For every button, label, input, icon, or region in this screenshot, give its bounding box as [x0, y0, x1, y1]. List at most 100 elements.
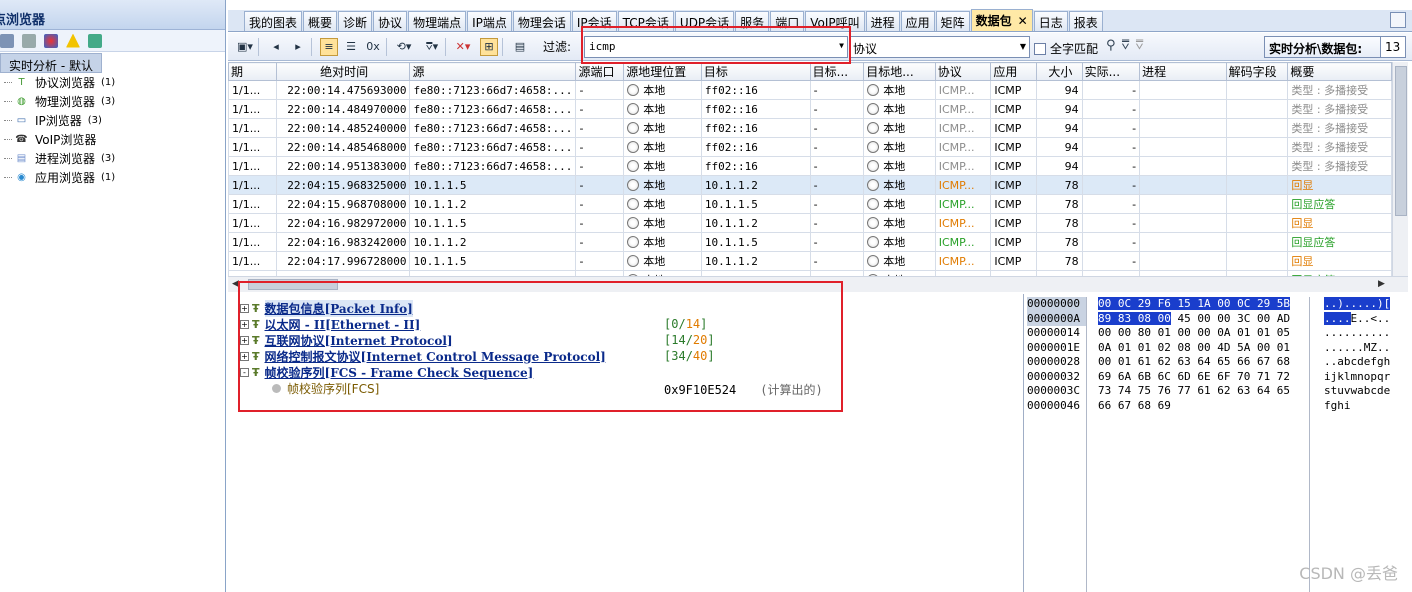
- hex-line[interactable]: 00 00 80 01 00 00 0A 01 01 05: [1098, 326, 1309, 341]
- column-header[interactable]: 解码字段: [1225, 62, 1289, 81]
- column-header[interactable]: 源地理位置: [623, 62, 702, 81]
- color-rule-icon[interactable]: ✕▾: [454, 38, 472, 56]
- column-header[interactable]: 协议: [934, 62, 992, 81]
- tree-item[interactable]: ▤ 进程浏览器 (3): [0, 149, 225, 168]
- column-header[interactable]: 概要: [1287, 62, 1392, 81]
- tree-item[interactable]: ☎ VoIP浏览器: [0, 130, 225, 149]
- column-header[interactable]: 大小: [1036, 62, 1083, 81]
- table-row[interactable]: 1/1... 22:04:15.968708000 10.1.1.2 - 本地 …: [228, 194, 1392, 214]
- back-arrow-icon[interactable]: ◂: [267, 38, 285, 56]
- close-icon[interactable]: ✕: [1018, 14, 1028, 28]
- table-row[interactable]: 1/1... 22:04:15.968325000 10.1.1.5 - 本地 …: [228, 175, 1392, 195]
- column-header[interactable]: 源: [409, 62, 577, 81]
- tree-item[interactable]: T 协议浏览器 (1): [0, 73, 225, 92]
- save-icon[interactable]: ▣▾: [236, 38, 254, 56]
- ascii-line[interactable]: fghi: [1324, 399, 1412, 414]
- cell-dst-geo: 本地: [863, 194, 936, 214]
- ascii-line[interactable]: stuvwabcde: [1324, 384, 1412, 399]
- window-options-icon[interactable]: [1390, 12, 1406, 28]
- ascii-line[interactable]: ......MZ..: [1324, 341, 1412, 356]
- cell-actual: -: [1081, 137, 1141, 157]
- tab-1[interactable]: 概要: [303, 11, 338, 31]
- cell-time: 22:00:14.484970000: [275, 99, 411, 119]
- decode-icon[interactable]: ▤: [511, 38, 529, 56]
- hex-line[interactable]: 69 6A 6B 6C 6D 6E 6F 70 71 72: [1098, 370, 1309, 385]
- cell-summary: 类型 : 多播接受: [1287, 137, 1392, 157]
- detail-view-icon[interactable]: ☰: [342, 38, 360, 56]
- protocol-select[interactable]: 协议 ▼: [850, 36, 1030, 58]
- tab-label: 我的图表: [249, 16, 298, 30]
- tree-root[interactable]: 实时分析 - 默认: [0, 53, 102, 73]
- export-icon[interactable]: [88, 33, 102, 48]
- column-header[interactable]: 源端口: [575, 62, 625, 81]
- hex-line[interactable]: 89 83 08 00 45 00 00 3C 00 AD: [1098, 311, 1309, 327]
- tree-item[interactable]: ▭ IP浏览器 (3): [0, 111, 225, 130]
- tab-17[interactable]: 日志: [1033, 11, 1068, 31]
- palette-icon[interactable]: [44, 33, 58, 48]
- hex-line[interactable]: 66 67 68 69: [1098, 399, 1309, 414]
- table-row[interactable]: 1/1... 22:00:14.484970000 fe80::7123:66d…: [228, 99, 1392, 119]
- scroll-thumb[interactable]: [1395, 66, 1407, 216]
- tree-layout-icon[interactable]: ⊞: [480, 37, 498, 56]
- search-icon[interactable]: ⚲: [1106, 38, 1116, 53]
- full-match-checkbox[interactable]: 全字匹配: [1034, 40, 1098, 57]
- tab-18[interactable]: 报表: [1068, 11, 1103, 31]
- warning-icon[interactable]: [66, 33, 80, 48]
- table-row[interactable]: 1/1... 22:00:14.485240000 fe80::7123:66d…: [228, 118, 1392, 138]
- tab-14[interactable]: 应用: [900, 11, 935, 31]
- table-row[interactable]: 1/1... 22:04:16.982972000 10.1.1.5 - 本地 …: [228, 213, 1392, 233]
- tab-2[interactable]: 诊断: [338, 11, 373, 31]
- vertical-scrollbar[interactable]: [1392, 62, 1408, 276]
- tab-0[interactable]: 我的图表: [244, 11, 303, 31]
- ascii-line[interactable]: ..).....)[: [1324, 297, 1412, 312]
- table-row[interactable]: 1/1... 22:04:16.983242000 10.1.1.2 - 本地 …: [228, 232, 1392, 252]
- tab-16[interactable]: 数据包 ✕: [970, 9, 1033, 31]
- ascii-line[interactable]: ....E..<..: [1324, 311, 1412, 327]
- watermark: CSDN @丢爸: [1299, 564, 1398, 583]
- checkbox-box[interactable]: [1034, 42, 1046, 55]
- table-row[interactable]: 1/1... 22:00:14.475693000 fe80::7123:66d…: [228, 80, 1392, 100]
- table-row[interactable]: 1/1... 22:04:17.996728000 10.1.1.5 - 本地 …: [228, 251, 1392, 271]
- tab-13[interactable]: 进程: [865, 11, 900, 31]
- hex-line[interactable]: 00 0C 29 F6 15 1A 00 0C 29 5B: [1098, 297, 1309, 312]
- column-header[interactable]: 进程: [1139, 62, 1227, 81]
- packet-table: 期绝对时间源源端口 源地理位置 目标 目标... 目标地... 协议 应用 大小 实际... 进程…: [228, 62, 1392, 276]
- tab-6[interactable]: 物理会话: [512, 11, 571, 31]
- column-header[interactable]: 应用: [990, 62, 1038, 81]
- list-view-icon[interactable]: ≡: [320, 37, 338, 56]
- ascii-line[interactable]: ..........: [1324, 326, 1412, 341]
- hex-view-icon[interactable]: 0x: [364, 38, 382, 56]
- filter-icon[interactable]: [22, 33, 36, 48]
- refresh-icon[interactable]: ⟲▾: [395, 38, 413, 56]
- hex-line[interactable]: 00 01 61 62 63 64 65 66 67 68: [1098, 355, 1309, 370]
- cell-dest: ff02::16: [700, 80, 811, 100]
- tab-15[interactable]: 矩阵: [935, 11, 970, 31]
- tab-3[interactable]: 协议: [373, 11, 408, 31]
- table-row[interactable]: 1/1... 22:00:14.485468000 fe80::7123:66d…: [228, 137, 1392, 157]
- cell-app: ICMP: [990, 232, 1038, 252]
- column-header[interactable]: 绝对时间: [275, 62, 411, 81]
- hex-line[interactable]: 73 74 75 76 77 61 62 63 64 65: [1098, 384, 1309, 399]
- column-header[interactable]: 目标地...: [863, 62, 936, 81]
- hex-line[interactable]: 0A 01 01 02 08 00 4D 5A 00 01: [1098, 341, 1309, 356]
- ascii-line[interactable]: ijklmnopqr: [1324, 370, 1412, 385]
- ascii-line[interactable]: ..abcdefgh: [1324, 355, 1412, 370]
- dropdown-arrow-icon[interactable]: ▼: [1020, 42, 1026, 51]
- scroll-right-icon[interactable]: ▶: [1378, 279, 1385, 289]
- table-row[interactable]: 1/1... 22:00:14.951383000 fe80::7123:66d…: [228, 156, 1392, 176]
- filter-funnel-icon[interactable]: ⩢▾: [423, 38, 441, 56]
- tree-item[interactable]: ◉ 应用浏览器 (1): [0, 168, 225, 187]
- clear-filter-icon[interactable]: ⩢: [1135, 38, 1143, 53]
- column-header[interactable]: 实际...: [1081, 62, 1141, 81]
- tab-5[interactable]: IP端点: [467, 11, 512, 31]
- column-header[interactable]: 目标: [700, 62, 811, 81]
- tree-icon[interactable]: [0, 33, 14, 48]
- forward-arrow-icon[interactable]: ▸: [289, 38, 307, 56]
- tab-4[interactable]: 物理端点: [408, 11, 467, 31]
- column-header[interactable]: 目标...: [809, 62, 865, 81]
- column-header[interactable]: 期: [228, 62, 277, 81]
- tree-item[interactable]: ◍ 物理浏览器 (3): [0, 92, 225, 111]
- ascii-selected: ....: [1324, 311, 1351, 325]
- filter-add-icon[interactable]: ⩢: [1122, 38, 1130, 53]
- cell-actual: -: [1081, 80, 1141, 100]
